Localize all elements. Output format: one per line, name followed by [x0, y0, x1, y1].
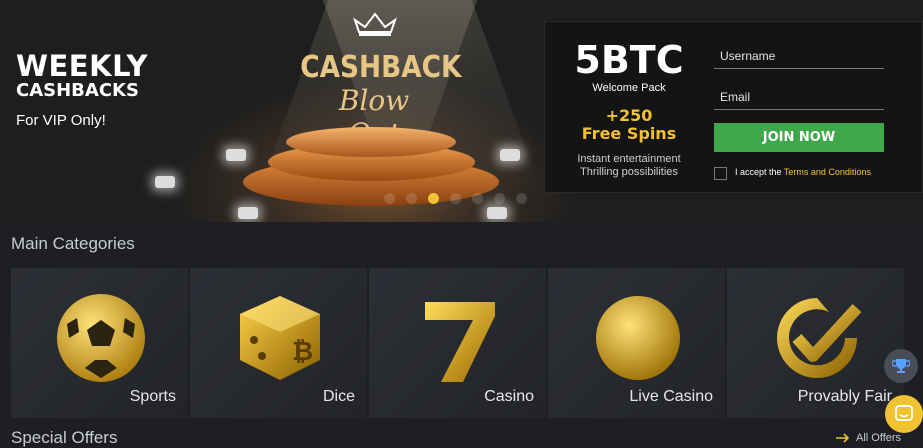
carousel-dot[interactable]	[450, 193, 461, 204]
hero-text: WEEKLY CASHBACKS For VIP Only!	[16, 49, 149, 130]
tagline-line2: Thrilling possibilities	[580, 166, 678, 178]
category-card-dice[interactable]: ₿ Dice	[190, 268, 367, 418]
trophy-button[interactable]	[884, 349, 918, 383]
category-list: Sports ₿ Dice Casino Live Casino Provabl…	[11, 268, 911, 418]
carousel-dots	[384, 193, 527, 204]
category-label: Live Casino	[629, 388, 713, 405]
main-categories-title: Main Categories	[11, 234, 135, 253]
podium-top	[286, 127, 456, 157]
lucky-seven-icon	[425, 302, 495, 382]
arrow-right-icon	[836, 433, 850, 443]
spotlight-icon	[226, 149, 246, 161]
tagline: Instant entertainment Thrilling possibil…	[545, 153, 713, 179]
carousel-dot[interactable]	[472, 193, 483, 204]
spotlight-icon	[155, 176, 175, 188]
terms-text: I accept the Terms and Conditions	[735, 167, 871, 177]
terms-checkbox[interactable]	[714, 167, 727, 180]
all-offers-label: All Offers	[856, 432, 902, 444]
spotlight-icon	[487, 207, 507, 219]
category-card-live-casino[interactable]: Live Casino	[548, 268, 725, 418]
join-now-button[interactable]: JOIN NOW	[714, 123, 884, 152]
trophy-icon	[892, 359, 910, 373]
carousel-dot[interactable]	[494, 193, 505, 204]
category-label: Dice	[322, 388, 355, 405]
free-spins-count: +250	[605, 106, 653, 125]
category-card-provably-fair[interactable]: Provably Fair	[727, 268, 904, 418]
spotlight-icon	[500, 149, 520, 161]
hero-vip-text: For VIP Only!	[16, 112, 106, 129]
svg-text:₿: ₿	[292, 337, 313, 367]
free-spins-label: Free Spins	[581, 124, 677, 143]
special-offers-title: Special Offers	[11, 428, 118, 447]
terms-link[interactable]: Terms and Conditions	[784, 167, 871, 177]
category-label: Casino	[484, 388, 534, 405]
hero-subtitle: CASHBACKS	[16, 80, 139, 101]
soccer-ball-icon	[57, 294, 145, 382]
welcome-pack-label: Welcome Pack	[592, 82, 666, 94]
checkmark-badge-icon	[777, 298, 862, 378]
category-label: Provably Fair	[797, 388, 892, 405]
tagline-line1: Instant entertainment	[577, 153, 681, 165]
bitcoin-dice-icon: ₿	[240, 296, 320, 380]
category-card-sports[interactable]: Sports	[11, 268, 188, 418]
email-field[interactable]	[714, 84, 884, 110]
carousel-dot[interactable]	[516, 193, 527, 204]
terms-prefix: I accept the	[735, 167, 782, 177]
signup-panel: 5BTC Welcome Pack +250 Free Spins Instan…	[544, 21, 923, 193]
hero-title: WEEKLY	[16, 49, 149, 83]
all-offers-link[interactable]: All Offers	[836, 432, 901, 444]
carousel-dot-active[interactable]	[428, 193, 439, 204]
promo-title: CASHBACK	[300, 50, 462, 85]
spotlight-icon	[238, 207, 258, 219]
crown-icon	[353, 12, 397, 36]
bonus-amount: 5BTC	[574, 38, 684, 82]
chat-button[interactable]	[885, 395, 923, 433]
gold-sphere-icon	[596, 296, 680, 380]
username-field[interactable]	[714, 43, 884, 69]
category-card-casino[interactable]: Casino	[369, 268, 546, 418]
chat-icon	[895, 405, 913, 421]
category-label: Sports	[129, 388, 176, 405]
carousel-dot[interactable]	[384, 193, 395, 204]
free-spins: +250 Free Spins	[545, 107, 713, 143]
carousel-dot[interactable]	[406, 193, 417, 204]
